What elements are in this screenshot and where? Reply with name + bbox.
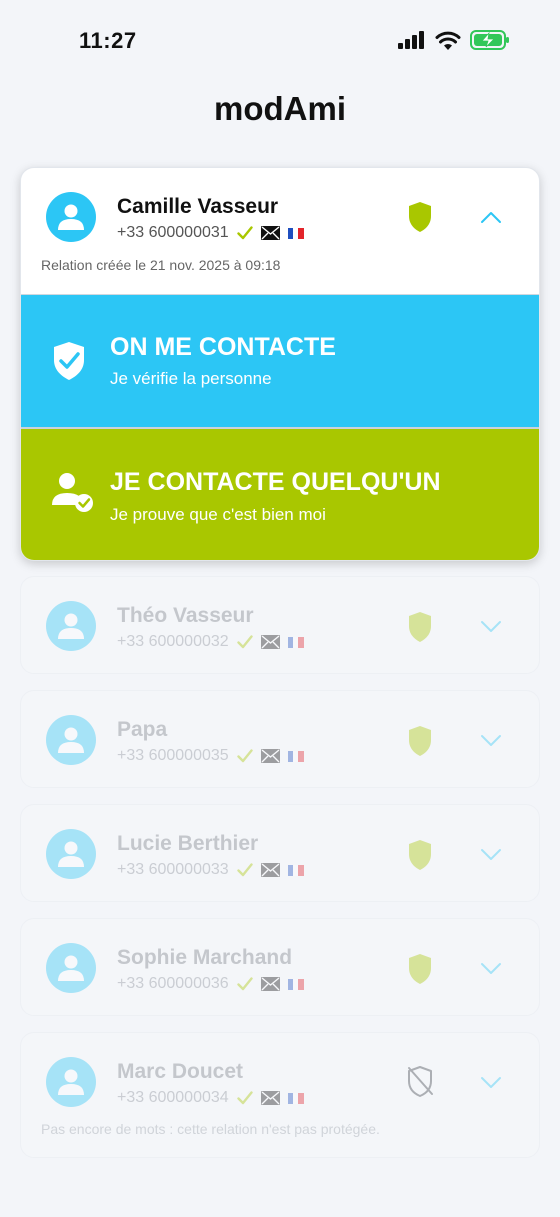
verified-check-icon: [236, 1091, 253, 1105]
shield-icon: [409, 202, 431, 232]
shield-icon: [409, 726, 431, 756]
avatar: [46, 192, 96, 242]
chevron-down-icon[interactable]: [480, 1076, 502, 1090]
person-icon: [58, 955, 84, 981]
person-icon: [58, 613, 84, 639]
verified-check-icon: [236, 977, 253, 991]
contact-phone: +33 600000031: [117, 224, 229, 241]
status-time: 11:27: [79, 28, 137, 53]
contact-card[interactable]: Sophie Marchand +33 600000036: [20, 918, 540, 1016]
shield-icon: [409, 612, 431, 642]
contact-name: Camille Vasseur: [117, 195, 279, 218]
contact-phone-line: +33 600000032: [117, 633, 304, 651]
chevron-down-icon[interactable]: [480, 734, 502, 748]
wifi-icon: [435, 31, 461, 50]
contact-phone: +33 600000034: [117, 1089, 229, 1106]
action-title: JE CONTACTE QUELQU'UN: [110, 468, 441, 496]
app-title: modAmi: [214, 90, 346, 127]
mail-icon: [260, 635, 280, 649]
chevron-down-icon[interactable]: [480, 620, 502, 634]
action-subtitle: Je vérifie la personne: [110, 369, 272, 388]
status-bar: 11:27: [0, 0, 560, 80]
contact-phone: +33 600000033: [117, 861, 229, 878]
contact-name: Papa: [117, 718, 168, 741]
verified-check-icon: [236, 635, 253, 649]
contact-phone-line: +33 600000035: [117, 747, 304, 765]
contact-card[interactable]: Lucie Berthier +33 600000033: [20, 804, 540, 902]
action-title: ON ME CONTACTE: [110, 333, 336, 361]
avatar: [46, 715, 96, 765]
cellular-signal-icon: [398, 31, 424, 49]
contact-phone: +33 600000036: [117, 975, 229, 992]
mail-icon: [260, 226, 280, 240]
battery-charging-icon: [470, 30, 509, 50]
contact-phone: +33 600000035: [117, 747, 229, 764]
mail-icon: [260, 863, 280, 877]
on-me-contacte-button[interactable]: ON ME CONTACTE Je vérifie la personne: [21, 294, 539, 427]
chevron-down-icon[interactable]: [480, 848, 502, 862]
shield-off-icon: [408, 1066, 433, 1097]
mail-icon: [260, 977, 280, 991]
contact-phone: +33 600000032: [117, 633, 229, 650]
avatar: [46, 1057, 96, 1107]
contact-phone-line: +33 600000031: [117, 224, 304, 242]
france-flag-icon: [287, 864, 304, 876]
contact-card[interactable]: Théo Vasseur +33 600000032: [20, 576, 540, 674]
contact-phone-line: +33 600000036: [117, 975, 304, 993]
unprotected-note: Pas encore de mots : cette relation n'es…: [41, 1121, 380, 1137]
person-icon: [58, 727, 84, 753]
chevron-down-icon[interactable]: [480, 962, 502, 976]
france-flag-icon: [287, 750, 304, 762]
shield-check-icon: [54, 342, 84, 380]
contact-card[interactable]: Marc Doucet +33 600000034 Pas encore de …: [20, 1032, 540, 1158]
france-flag-icon: [287, 227, 304, 239]
chevron-up-icon[interactable]: [480, 210, 502, 224]
contact-name: Théo Vasseur: [117, 604, 254, 627]
avatar: [46, 829, 96, 879]
shield-icon: [409, 840, 431, 870]
france-flag-icon: [287, 636, 304, 648]
verified-check-icon: [236, 749, 253, 763]
action-subtitle: Je prouve que c'est bien moi: [110, 505, 326, 524]
status-icons: [398, 30, 510, 50]
avatar: [46, 601, 96, 651]
contact-name: Lucie Berthier: [117, 832, 259, 855]
contact-phone-line: +33 600000034: [117, 1089, 304, 1107]
verified-check-icon: [236, 863, 253, 877]
user-check-icon: [52, 473, 93, 512]
contact-card[interactable]: Papa +33 600000035: [20, 690, 540, 788]
contact-card-expanded[interactable]: Camille Vasseur +33 600000031 Relation c…: [20, 167, 540, 561]
verified-check-icon: [236, 226, 253, 240]
shield-icon: [409, 954, 431, 984]
relation-created-text: Relation créée le 21 nov. 2025 à 09:18: [41, 257, 281, 273]
person-icon: [58, 1069, 84, 1095]
mail-icon: [260, 1091, 280, 1105]
avatar: [46, 943, 96, 993]
contact-name: Marc Doucet: [117, 1060, 244, 1083]
person-icon: [58, 841, 84, 867]
france-flag-icon: [287, 978, 304, 990]
contact-name: Sophie Marchand: [117, 946, 293, 969]
mail-icon: [260, 749, 280, 763]
je-contacte-quelquun-button[interactable]: JE CONTACTE QUELQU'UN Je prouve que c'es…: [21, 427, 539, 560]
person-icon: [58, 204, 84, 230]
contact-phone-line: +33 600000033: [117, 861, 304, 879]
france-flag-icon: [287, 1092, 304, 1104]
